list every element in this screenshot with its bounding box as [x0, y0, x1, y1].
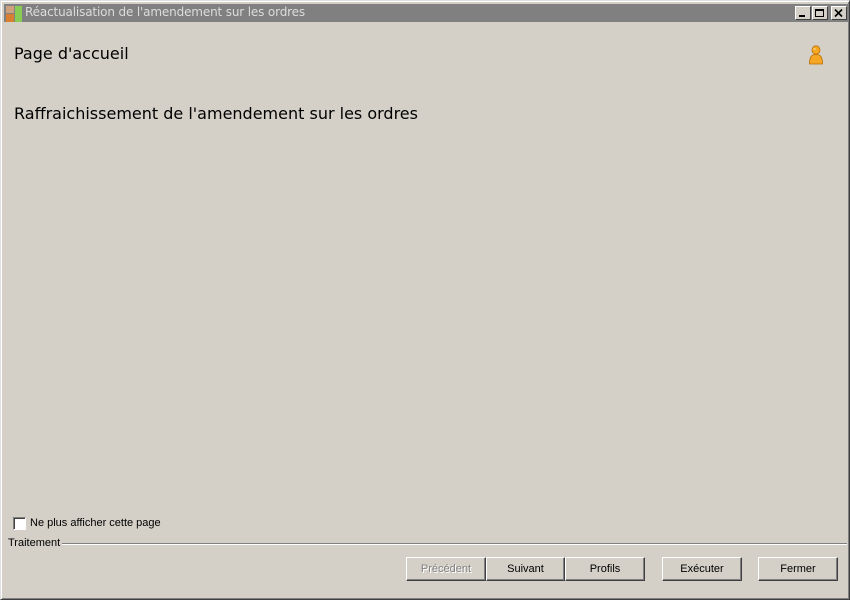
window-title: Réactualisation de l'amendement sur les … [25, 5, 306, 19]
minimize-icon [799, 15, 805, 17]
wizard-window: Réactualisation de l'amendement sur les … [0, 0, 850, 600]
page-title: Page d'accueil [14, 44, 129, 63]
next-button[interactable]: Suivant [486, 557, 565, 581]
dont-show-again-checkbox[interactable] [13, 517, 26, 530]
title-bar[interactable]: Réactualisation de l'amendement sur les … [4, 4, 848, 22]
wizard-app-icon [6, 6, 22, 22]
user-icon [809, 45, 823, 65]
minimize-button[interactable] [795, 6, 811, 20]
group-divider [61, 543, 847, 545]
maximize-button[interactable] [812, 6, 828, 20]
previous-button[interactable]: Précédent [406, 557, 486, 581]
execute-button[interactable]: Exécuter [662, 557, 742, 581]
dont-show-again-label[interactable]: Ne plus afficher cette page [30, 517, 161, 529]
maximize-icon [815, 9, 824, 17]
close-wizard-button[interactable]: Fermer [758, 557, 838, 581]
profiles-button[interactable]: Profils [565, 557, 645, 581]
close-icon [834, 9, 843, 18]
section-heading: Raffraichissement de l'amendement sur le… [14, 104, 418, 123]
close-button[interactable] [831, 6, 847, 20]
group-label: Traitement [8, 537, 63, 549]
